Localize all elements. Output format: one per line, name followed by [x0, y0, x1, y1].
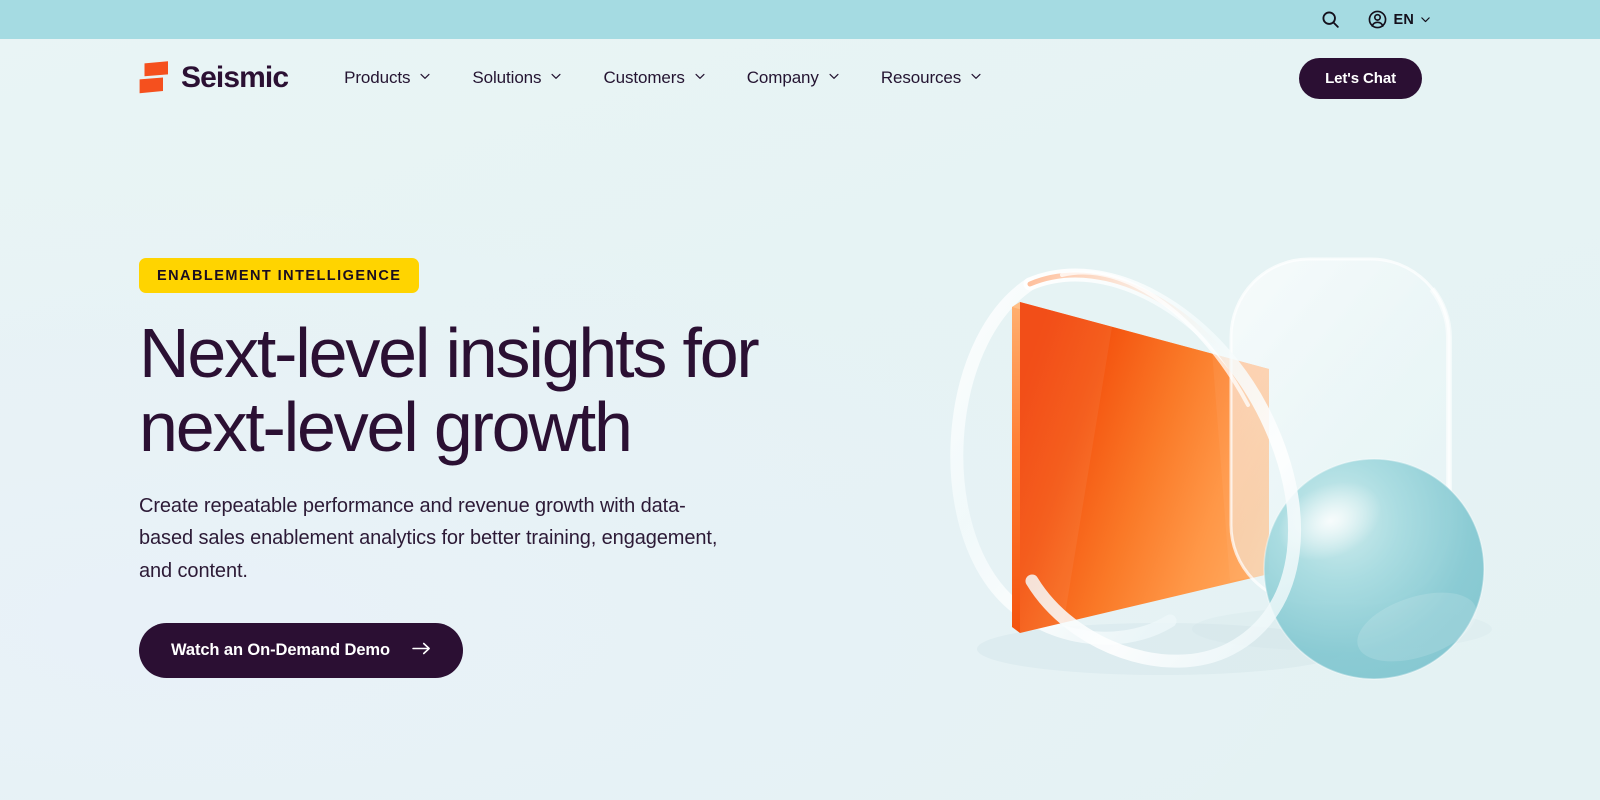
white-glass-torus-ring-front	[1023, 268, 1301, 668]
brand-name: Seismic	[181, 61, 289, 94]
lets-chat-button[interactable]: Let's Chat	[1299, 57, 1422, 99]
watch-demo-button[interactable]: Watch an On-Demand Demo	[139, 623, 463, 679]
nav-item-label: Resources	[880, 68, 962, 87]
search-button[interactable]	[1320, 9, 1341, 30]
seismic-logo-mark	[139, 61, 169, 95]
hero-cta-label: Watch an On-Demand Demo	[171, 641, 390, 660]
chevron-down-icon	[1419, 13, 1432, 26]
main-navigation: Seismic Products Solutions Customers Com…	[0, 39, 1600, 117]
nav-item-label: Products	[344, 68, 411, 87]
nav-item-solutions[interactable]: Solutions	[452, 58, 583, 98]
search-icon	[1320, 9, 1341, 30]
nav-item-label: Company	[746, 68, 819, 87]
nav-item-label: Solutions	[472, 68, 542, 87]
arrow-right-icon	[412, 642, 431, 659]
chevron-down-icon	[549, 69, 563, 88]
language-selector[interactable]: EN	[1367, 9, 1432, 30]
white-glass-torus-ring-back	[950, 277, 1177, 645]
hero-eyebrow-badge: ENABLEMENT INTELLIGENCE	[139, 258, 420, 293]
hero-copy: ENABLEMENT INTELLIGENCE Next-level insig…	[139, 258, 799, 679]
nav-links: Products Solutions Customers Company Res…	[324, 58, 1003, 98]
nav-item-label: Customers	[603, 68, 685, 87]
utility-bar-actions: EN	[1320, 9, 1432, 30]
account-circle-icon	[1367, 9, 1388, 30]
language-label: EN	[1393, 11, 1414, 28]
hero-title: Next-level insights for next-level growt…	[139, 314, 760, 466]
hero-section: ENABLEMENT INTELLIGENCE Next-level insig…	[0, 117, 1600, 680]
teal-glass-sphere	[1263, 458, 1485, 680]
hero-artwork	[912, 229, 1552, 800]
chevron-down-icon	[418, 69, 432, 88]
chevron-down-icon	[827, 69, 841, 88]
hero-subtitle: Create repeatable performance and revenu…	[139, 495, 718, 582]
nav-item-company[interactable]: Company	[727, 58, 861, 98]
chevron-down-icon	[693, 69, 707, 88]
frosted-glass-capsule	[1229, 257, 1452, 605]
nav-item-resources[interactable]: Resources	[861, 58, 1003, 98]
utility-bar: EN	[0, 0, 1600, 39]
nav-item-customers[interactable]: Customers	[583, 58, 726, 98]
chevron-down-icon	[969, 69, 983, 88]
nav-item-products[interactable]: Products	[324, 58, 452, 98]
brand-logo-link[interactable]: Seismic	[139, 61, 289, 95]
page-root: EN Seismic Products Solutions Customers …	[0, 0, 1600, 800]
